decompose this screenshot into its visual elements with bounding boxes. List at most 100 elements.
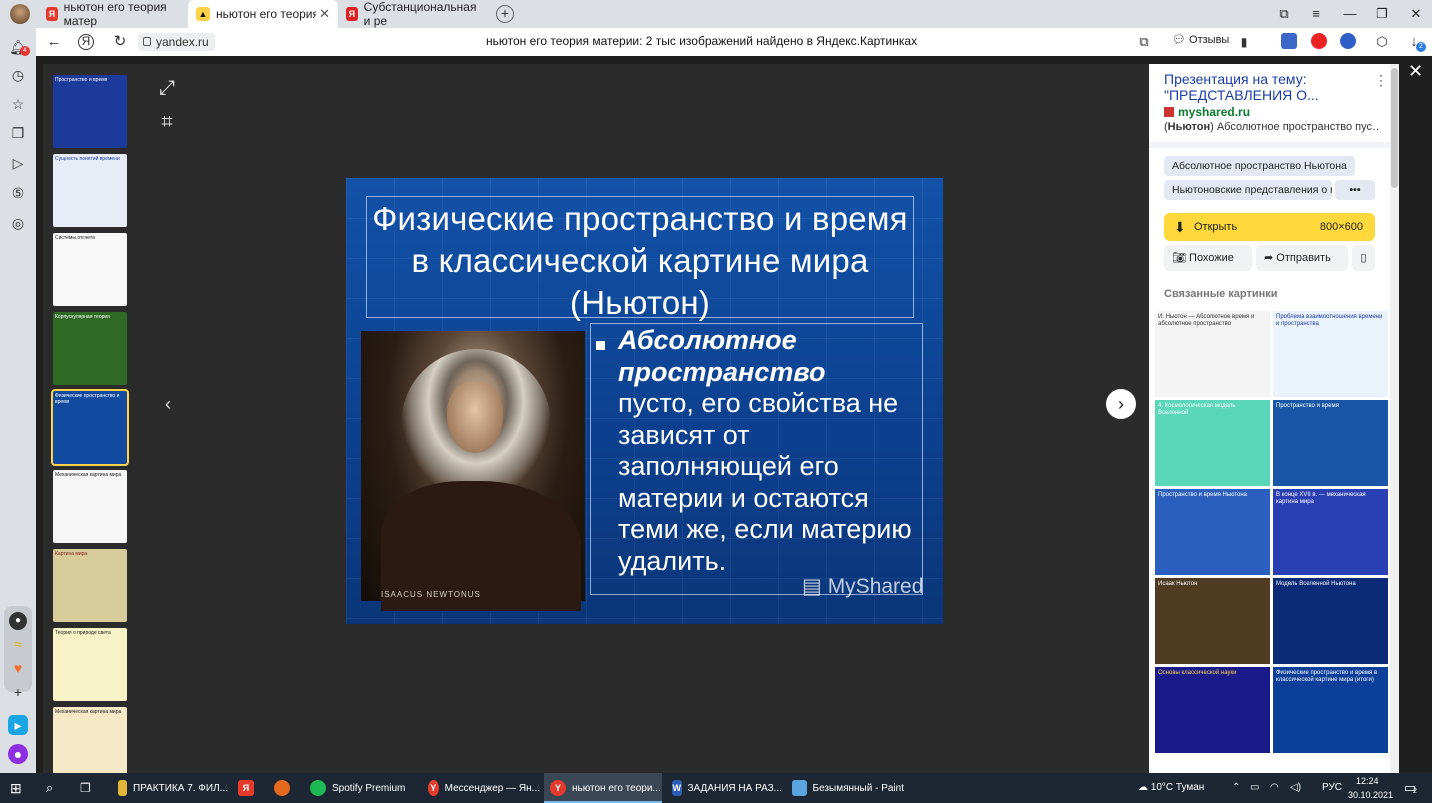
taskbar-app[interactable]: Я bbox=[232, 773, 262, 803]
page-title[interactable]: ньютон его теория материи: 2 тыс изображ… bbox=[486, 34, 917, 48]
image-search-icon: ▲ bbox=[196, 7, 210, 21]
history-icon[interactable]: ◷ bbox=[8, 65, 28, 85]
tag-chip[interactable]: Ньютоновские представления о п… bbox=[1164, 180, 1332, 200]
collections-icon[interactable]: ❐ bbox=[8, 123, 28, 143]
close-window-icon[interactable]: ✕ bbox=[1400, 0, 1432, 28]
translate-icon[interactable]: ⧉ bbox=[1134, 32, 1154, 52]
close-viewer-icon[interactable]: ✕ bbox=[1408, 61, 1423, 82]
profile-avatar[interactable] bbox=[10, 4, 30, 24]
panel-scrollbar[interactable] bbox=[1390, 64, 1399, 773]
extension-icon[interactable] bbox=[1281, 33, 1297, 49]
taskbar-app[interactable]: ПРАКТИКА 7. ФИЛ... bbox=[112, 773, 228, 803]
windows-start-icon[interactable]: ⊞ bbox=[10, 773, 22, 803]
alice-icon[interactable]: ● bbox=[9, 612, 27, 630]
similar-label: Похожие bbox=[1189, 252, 1234, 264]
thumbnail-label: Сущность понятий времени bbox=[55, 156, 120, 162]
send-icon[interactable]: ▸ bbox=[8, 715, 28, 735]
search-icon[interactable]: ⌕ bbox=[46, 773, 53, 803]
thumbnail[interactable]: Теория о природе света bbox=[53, 628, 127, 701]
related-image[interactable]: Исаак Ньютон bbox=[1155, 578, 1270, 664]
reviews-button[interactable]: 💬︎ Отзывы bbox=[1172, 33, 1229, 46]
thumbnail[interactable]: Пространство и время bbox=[53, 75, 127, 148]
taskbar-app[interactable]: Y Мессенджер — Ян... bbox=[422, 773, 540, 803]
main-image: Физические пространство и время в класси… bbox=[346, 178, 943, 624]
thumbnail[interactable]: Механическая картина мира bbox=[53, 707, 127, 780]
extensions-icon[interactable]: ⬡ bbox=[1372, 32, 1392, 52]
five-icon[interactable]: ⑤ bbox=[8, 183, 28, 203]
music-icon[interactable]: ≈ bbox=[8, 634, 28, 654]
tag-chip[interactable]: Абсолютное пространство Ньютона bbox=[1164, 156, 1355, 176]
similar-button[interactable]: 📷︎ Похожие bbox=[1164, 245, 1252, 271]
related-image[interactable]: Проблема взаимоотношения времени и прост… bbox=[1273, 311, 1388, 397]
open-button[interactable]: ⬇ Открыть 800×600 bbox=[1164, 213, 1375, 241]
task-view-icon[interactable]: ❐ bbox=[80, 773, 91, 803]
reviews-label: Отзывы bbox=[1189, 34, 1230, 46]
yandex-icon[interactable]: Я bbox=[78, 34, 94, 50]
shield-icon[interactable] bbox=[1340, 33, 1356, 49]
source-site[interactable]: myshared.ru bbox=[1164, 105, 1250, 119]
taskbar-label: Мессенджер — Ян... bbox=[444, 782, 540, 794]
close-icon[interactable]: ✕ bbox=[319, 6, 330, 22]
add-icon[interactable]: + bbox=[8, 682, 28, 702]
minimize-icon[interactable]: — bbox=[1334, 0, 1366, 28]
tab-list-icon[interactable]: ⧉ bbox=[1268, 0, 1300, 28]
thumbnail-label: Механическая картина мира bbox=[55, 472, 122, 478]
star-icon[interactable]: ☆ bbox=[8, 94, 28, 114]
wifi-icon[interactable]: ◠ bbox=[1270, 773, 1279, 803]
thumbnail-label: Пространство и время bbox=[55, 77, 108, 83]
related-image[interactable]: Пространство и время Ньютона bbox=[1155, 489, 1270, 575]
thumbnail[interactable]: Корпускулярная теория bbox=[53, 312, 127, 385]
network-icon[interactable]: ▭ bbox=[1250, 773, 1259, 803]
related-image[interactable]: И. Ньютон — Абсолютное время и абсолютно… bbox=[1155, 311, 1270, 397]
tab-1[interactable]: ▲ ньютон его теория мат ✕ bbox=[188, 0, 338, 28]
back-icon[interactable]: ← bbox=[44, 32, 64, 52]
tab-2[interactable]: Я Субстанциональная и ре bbox=[338, 0, 488, 28]
weather-text: 10°C Туман bbox=[1150, 782, 1205, 793]
related-image[interactable]: 4. Космологическая модель Вселенной bbox=[1155, 400, 1270, 486]
bookmark-button[interactable]: ▯ bbox=[1352, 245, 1375, 271]
menu-icon[interactable]: ≡ bbox=[1300, 0, 1332, 28]
more-icon[interactable]: ⋮ bbox=[1374, 72, 1388, 89]
video-icon[interactable]: ▷ bbox=[8, 153, 28, 173]
fullscreen-icon[interactable]: ⤢ bbox=[153, 74, 181, 102]
related-image[interactable]: Модель Вселенной Ньютона bbox=[1273, 578, 1388, 664]
tray-chevron-icon[interactable]: ⌃ bbox=[1232, 773, 1240, 803]
prev-image-button[interactable]: ‹ bbox=[153, 389, 183, 419]
taskbar-label: ньютон его теори... bbox=[572, 782, 661, 794]
new-tab-button[interactable]: + bbox=[496, 5, 514, 23]
bookmark-icon[interactable]: ▮ bbox=[1234, 32, 1254, 52]
heart-icon[interactable]: ♥ bbox=[8, 658, 28, 678]
restore-icon[interactable]: ❐ bbox=[1366, 0, 1398, 28]
source-title[interactable]: Презентация на тему: "ПРЕДСТАВЛЕНИЯ О... bbox=[1164, 71, 1364, 103]
thumbnail[interactable]: Сущность понятий времени bbox=[53, 154, 127, 227]
related-image[interactable]: Физические пространство и время в класси… bbox=[1273, 667, 1388, 753]
thumbnail[interactable]: Картина мира bbox=[53, 549, 127, 622]
related-image[interactable]: Основы классической науки bbox=[1155, 667, 1270, 753]
scrollbar-thumb[interactable] bbox=[1391, 68, 1398, 188]
assistant-icon[interactable]: ● bbox=[8, 744, 28, 764]
next-image-button[interactable]: › bbox=[1106, 389, 1136, 419]
opera-icon[interactable] bbox=[1311, 33, 1327, 49]
send-label: Отправить bbox=[1276, 252, 1331, 264]
taskbar-app[interactable]: W ЗАДАНИЯ НА РАЗ... bbox=[666, 773, 782, 803]
more-chips-button[interactable]: ••• bbox=[1335, 180, 1375, 200]
crop-icon[interactable]: ⌗ bbox=[153, 108, 181, 136]
language-indicator[interactable]: РУС bbox=[1322, 773, 1342, 803]
taskbar-app[interactable]: Spotify Premium bbox=[304, 773, 416, 803]
taskbar-app[interactable]: Безымянный - Paint bbox=[786, 773, 904, 803]
taskbar-app[interactable] bbox=[268, 773, 298, 803]
thumbnail[interactable]: Системы отсчета bbox=[53, 233, 127, 306]
volume-icon[interactable]: ◁) bbox=[1290, 773, 1301, 803]
thumbnail[interactable]: Механическая картина мира bbox=[53, 470, 127, 543]
tab-0[interactable]: Я ньютон его теория матер bbox=[38, 0, 188, 28]
related-image[interactable]: Пространство и время bbox=[1273, 400, 1388, 486]
taskbar-app-active[interactable]: Yньютон его теори... bbox=[544, 773, 662, 803]
thumbnail-selected[interactable]: Физические пространство и время bbox=[51, 389, 129, 466]
url-field[interactable]: yandex.ru bbox=[138, 33, 215, 51]
reload-icon[interactable]: ↻ bbox=[110, 32, 130, 52]
clock-date[interactable]: 30.10.2021 bbox=[1348, 780, 1393, 803]
related-image[interactable]: В конце XVII в. — механическая картина м… bbox=[1273, 489, 1388, 575]
share-button[interactable]: ➦ Отправить bbox=[1256, 245, 1348, 271]
weather-widget[interactable]: ☁ 10°C Туман bbox=[1138, 773, 1204, 803]
camera-icon[interactable]: ◎ bbox=[8, 213, 28, 233]
